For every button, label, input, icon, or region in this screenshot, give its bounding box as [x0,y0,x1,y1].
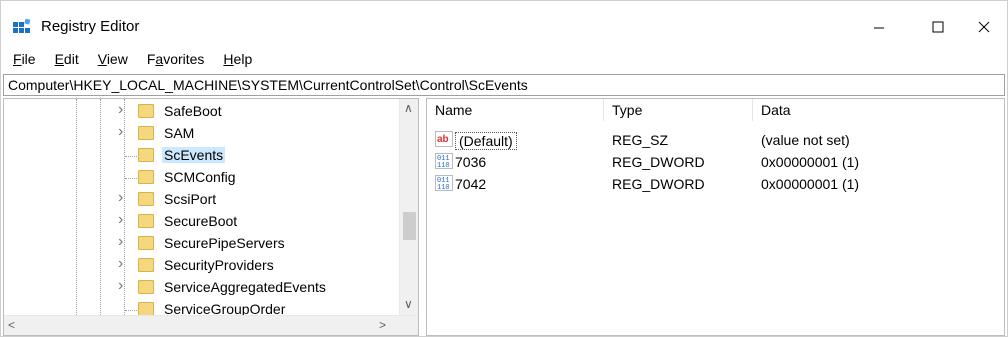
minimize-icon [874,27,884,29]
value-name: (Default) [455,132,517,150]
value-type: REG_SZ [612,132,669,148]
menu-view[interactable]: View [86,51,135,67]
values-list[interactable]: Name Type Data ab (Default) REG_SZ (value n… [426,98,1005,336]
folder-icon [138,148,154,162]
window-title: Registry Editor [41,18,140,35]
tree-item-label: ScEvents [162,147,226,163]
tree-item-securityproviders[interactable]: › SecurityProviders [4,255,399,277]
column-header-name[interactable]: Name [427,99,604,121]
expand-chevron-icon[interactable]: › [118,233,123,251]
registry-editor-window: Registry Editor File Edit View Favorites… [0,0,1008,337]
folder-icon [138,170,154,184]
menu-edit[interactable]: Edit [43,51,86,67]
address-bar[interactable]: Computer\HKEY_LOCAL_MACHINE\SYSTEM\Curre… [3,74,1005,96]
value-name: 7042 [455,176,487,192]
tree-item-label: SafeBoot [164,103,222,119]
registry-tree[interactable]: › SafeBoot › SAM ScEvents SCMConfig › ScsiPort ›… [3,98,419,336]
tree-connector [125,178,137,179]
scroll-up-icon[interactable]: ∧ [404,101,413,115]
folder-icon [138,214,154,228]
value-row[interactable]: ab (Default) REG_SZ (value not set) [427,129,1004,151]
tree-item-sam[interactable]: › SAM [4,123,399,145]
tree-item-label: SCMConfig [164,169,236,185]
string-value-icon: ab [435,131,453,147]
tree-item-label: SecurityProviders [164,257,274,273]
scroll-down-icon[interactable]: ∨ [404,297,413,311]
menu-favorites[interactable]: Favorites [135,51,212,67]
minimize-button[interactable] [856,11,902,43]
tree-item-safeboot[interactable]: › SafeBoot [4,101,399,123]
value-data: (value not set) [761,132,850,148]
folder-icon [138,192,154,206]
folder-icon [138,104,154,118]
tree-item-label: SecureBoot [164,213,238,229]
tree-horizontal-scrollbar[interactable]: < > [4,315,418,335]
folder-icon [138,302,154,316]
tree-connector [125,310,137,311]
title-bar[interactable]: Registry Editor [1,1,1007,47]
value-type: REG_DWORD [612,176,705,192]
close-button[interactable] [961,11,1007,43]
tree-scroll-thumb[interactable] [403,212,416,240]
tree-item-label: ServiceAggregatedEvents [164,279,326,295]
svg-text:110: 110 [437,184,450,191]
tree-item-scsiport[interactable]: › ScsiPort [4,189,399,211]
tree-item-scmconfig[interactable]: SCMConfig [4,167,399,189]
folder-icon [138,280,154,294]
tree-connector [125,156,137,157]
svg-text:110: 110 [437,162,450,169]
value-data: 0x00000001 (1) [761,154,860,170]
scroll-left-icon[interactable]: < [8,318,15,332]
tree-item-label: ScsiPort [164,191,217,207]
column-header-data[interactable]: Data [753,99,873,121]
folder-icon [138,236,154,250]
expand-chevron-icon[interactable]: › [118,277,123,295]
tree-vertical-scrollbar[interactable]: ∧ ∨ [399,99,418,315]
folder-icon [138,258,154,272]
menu-bar: File Edit View Favorites Help [1,48,1007,70]
registry-editor-icon [13,19,31,33]
scroll-right-icon[interactable]: > [379,318,386,332]
tree-item-securepipeservers[interactable]: › SecurePipeServers [4,233,399,255]
binary-value-icon: 011110 [435,153,453,169]
value-row[interactable]: 011 110 7042 REG_DWORD 0x00000001 (1) [427,173,1004,195]
menu-help[interactable]: Help [211,51,259,67]
column-header-type[interactable]: Type [604,99,753,121]
menu-file[interactable]: File [1,51,43,67]
tree-item-serviceaggregatedevents[interactable]: › ServiceAggregatedEvents [4,277,399,299]
expand-chevron-icon[interactable]: › [118,211,123,229]
value-name: 7036 [455,154,487,170]
expand-chevron-icon[interactable]: › [118,189,123,207]
close-icon [978,21,990,33]
expand-chevron-icon[interactable]: › [118,255,123,273]
svg-text:ab: ab [437,134,449,145]
value-data: 0x00000001 (1) [761,176,860,192]
maximize-icon [932,21,944,33]
value-row[interactable]: 011 110 7036 REG_DWORD 0x00000001 (1) [427,151,1004,173]
tree-item-label: SecurePipeServers [164,235,285,251]
value-type: REG_DWORD [612,154,705,170]
maximize-button[interactable] [915,11,961,43]
binary-value-icon: 011110 [435,175,453,191]
tree-item-label: SAM [164,125,195,141]
folder-icon [138,126,154,140]
expand-chevron-icon[interactable]: › [118,123,123,141]
expand-chevron-icon[interactable]: › [118,101,123,119]
tree-item-secureboot[interactable]: › SecureBoot [4,211,399,233]
tree-item-scevents[interactable]: ScEvents [4,145,399,167]
